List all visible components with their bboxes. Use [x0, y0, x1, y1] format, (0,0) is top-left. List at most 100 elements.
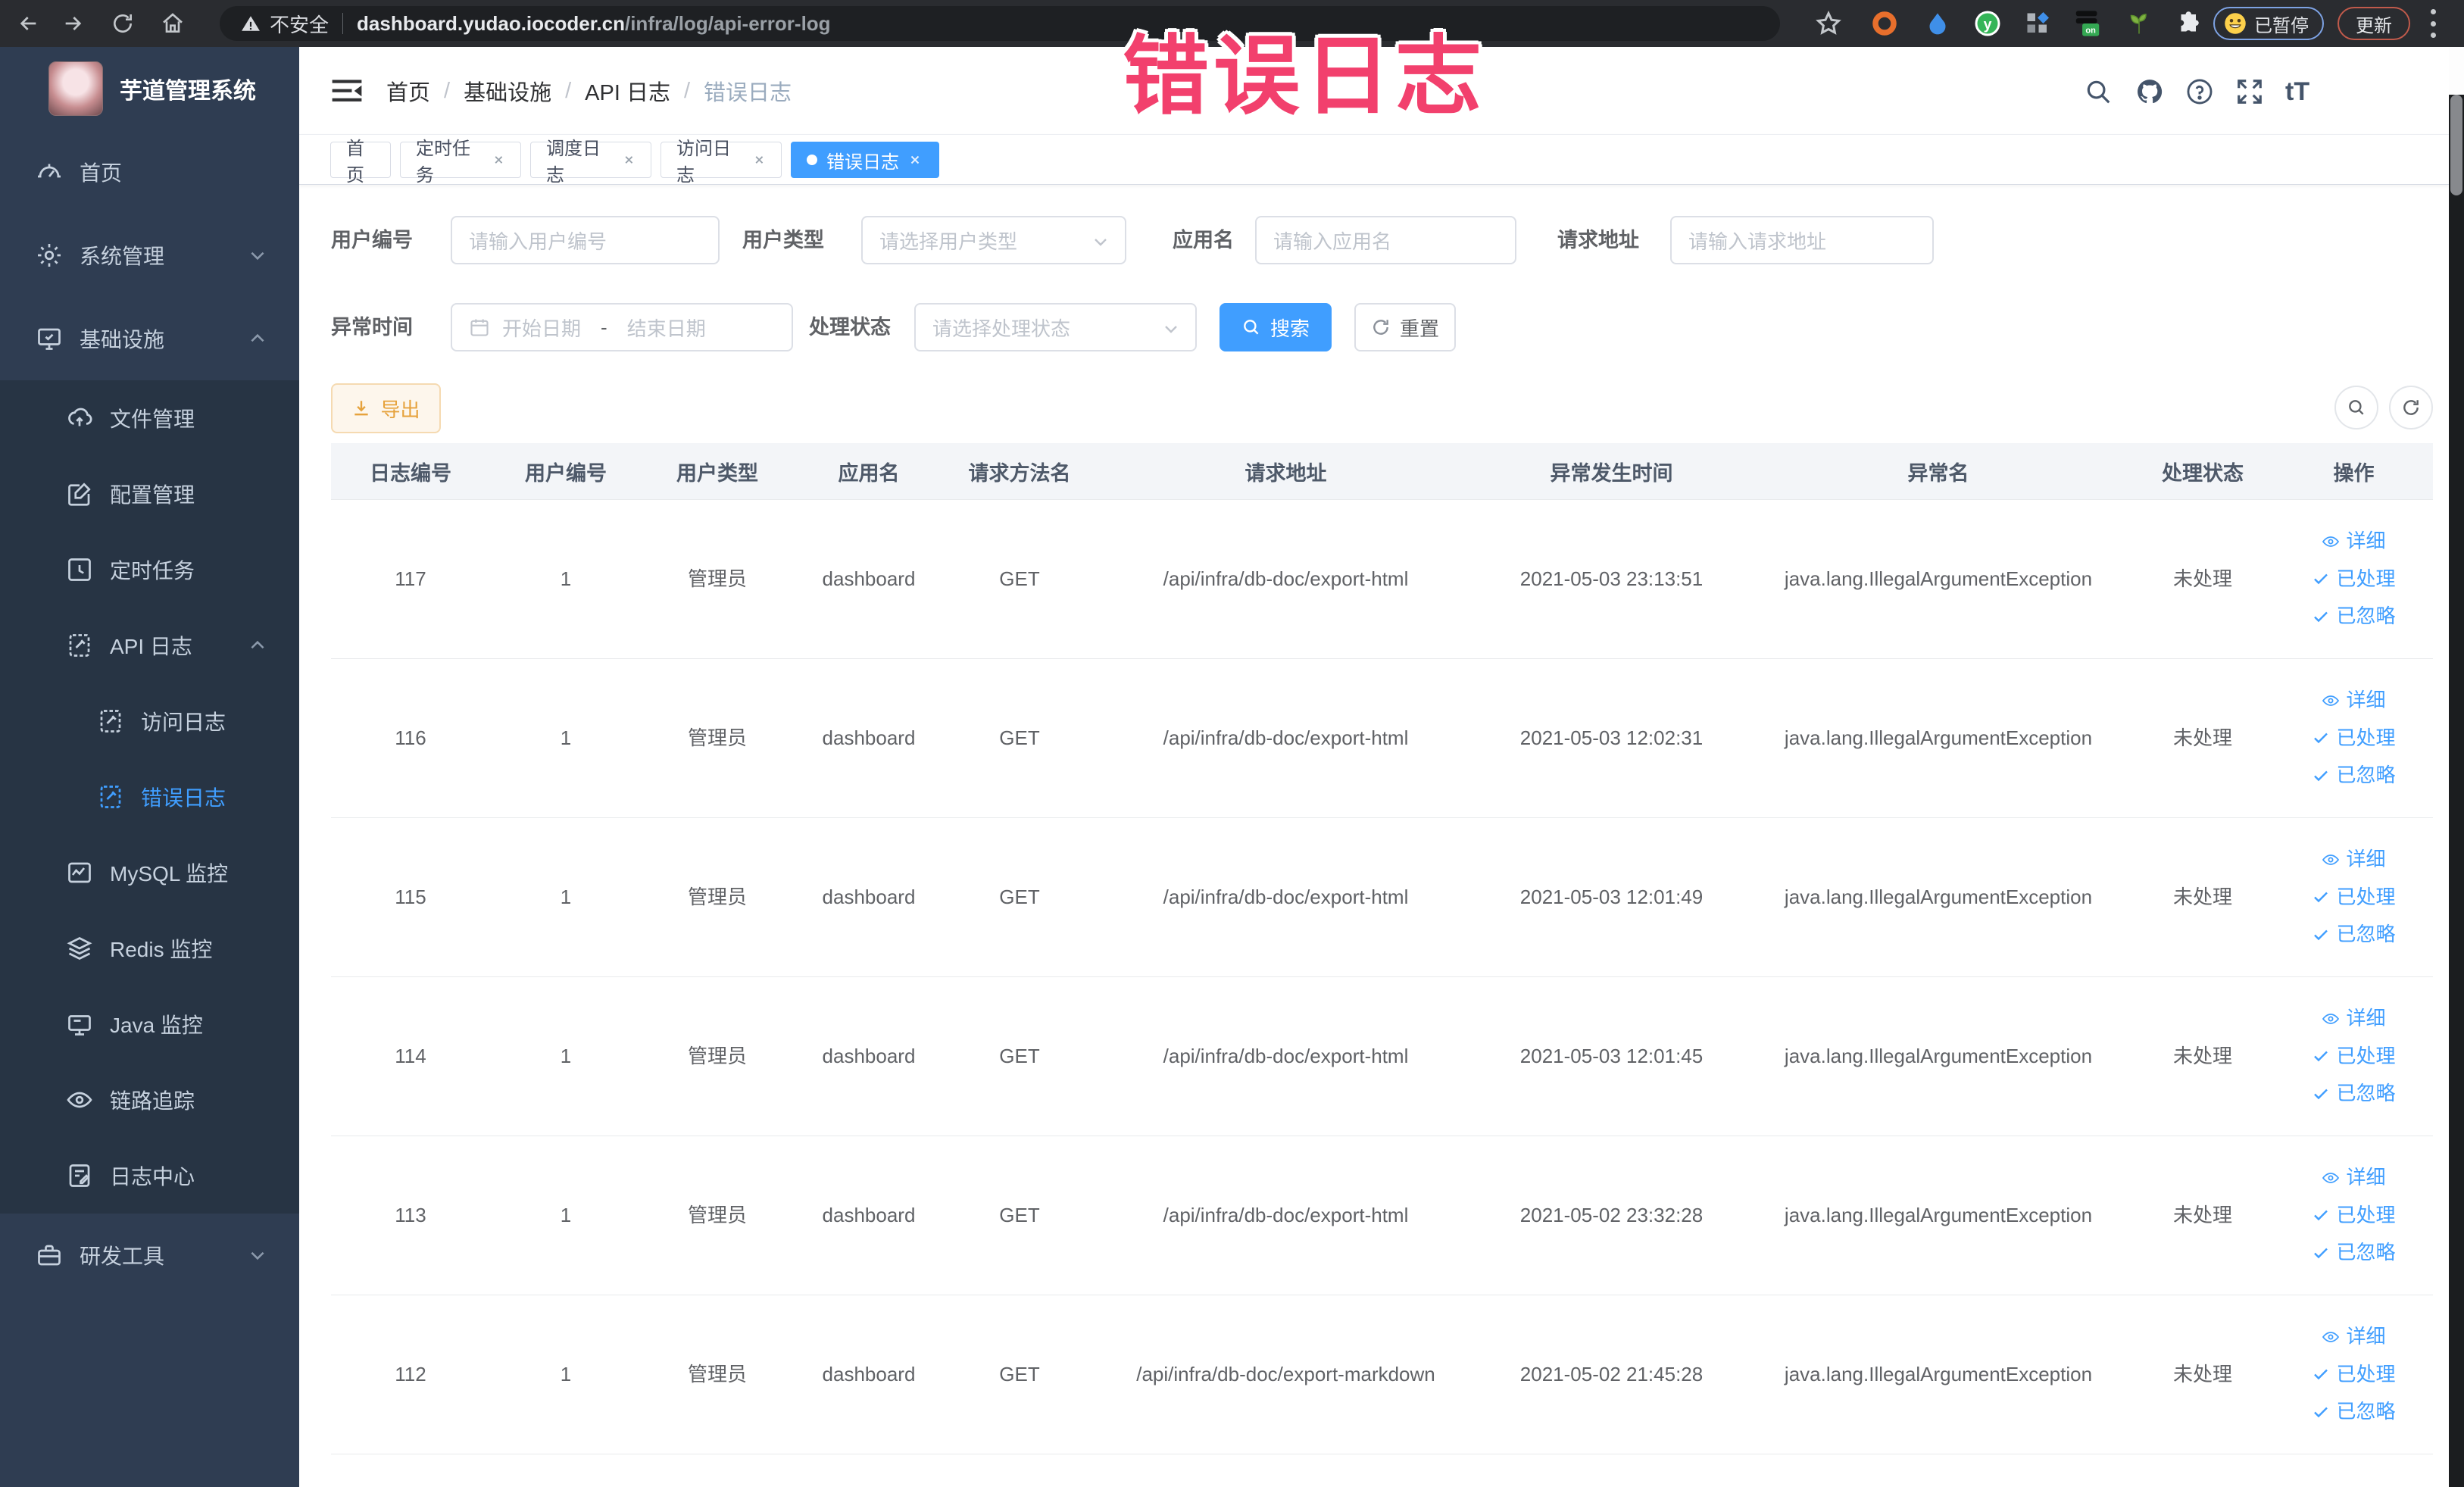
browser-back-icon[interactable] [14, 8, 44, 39]
sidebar-item-mysql-monitor[interactable]: MySQL 监控 [0, 835, 299, 911]
mark-ignored-link[interactable]: 已忽略 [2312, 604, 2396, 629]
user-type-select[interactable]: 请选择用户类型 [861, 216, 1126, 264]
app-logo-row[interactable]: 芋道管理系统 [0, 47, 299, 130]
tags-view-bar: 首页 定时任务 调度日志 访问日志 错误日志 [299, 135, 2449, 186]
process-status-select[interactable]: 请选择处理状态 [914, 303, 1197, 351]
app-logo [48, 61, 103, 116]
detail-link[interactable]: 详细 [2322, 529, 2386, 555]
browser-menu-icon[interactable] [2430, 9, 2436, 38]
browser-update-button[interactable]: 更新 [2338, 7, 2410, 40]
tab-access-log[interactable]: 访问日志 [661, 139, 782, 186]
sidebar-item-api-log[interactable]: API 日志 [0, 608, 299, 683]
detail-link[interactable]: 详细 [2322, 1006, 2386, 1032]
exception-time-label: 异常时间 [331, 316, 413, 339]
extension-green-y-icon[interactable]: y [1974, 10, 2001, 37]
sidebar-item-access-log[interactable]: 访问日志 [0, 683, 299, 759]
sidebar-item-trace[interactable]: 链路追踪 [0, 1062, 299, 1138]
browser-reload-icon[interactable] [108, 8, 138, 39]
breadcrumb-api-log[interactable]: API 日志 [585, 75, 670, 107]
column-header: 请求地址 [1244, 461, 1327, 485]
mark-processed-link[interactable]: 已处理 [2312, 726, 2396, 751]
row-actions: 详细 已处理 已忽略 [2275, 1165, 2433, 1266]
sidebar-item-home[interactable]: 首页 [0, 130, 299, 214]
extensions-puzzle-icon[interactable] [2175, 10, 2203, 37]
extension-on-badge-icon[interactable]: on [2074, 10, 2101, 37]
sidebar-item-scheduled-jobs[interactable]: 定时任务 [0, 532, 299, 608]
fullscreen-icon[interactable] [2235, 77, 2264, 106]
reset-button[interactable]: 重置 [1354, 303, 1456, 351]
browser-forward-icon[interactable] [58, 8, 88, 39]
sidebar-collapse-icon[interactable] [331, 76, 363, 106]
request-url-input[interactable]: 请输入请求地址 [1670, 216, 1934, 264]
sidebar-item-log-center[interactable]: 日志中心 [0, 1138, 299, 1214]
process-status-cell: 未处理 [2172, 1362, 2232, 1385]
sidebar-item-file-management[interactable]: 文件管理 [0, 380, 299, 456]
extension-grid-icon[interactable] [2024, 10, 2051, 37]
scrollbar-thumb[interactable] [2450, 95, 2462, 195]
search-icon [1244, 320, 1259, 335]
check-icon [2314, 929, 2328, 941]
request-url-label: 请求地址 [1557, 229, 1639, 251]
sidebar-item-infrastructure[interactable]: 基础设施 [0, 297, 299, 380]
close-tab-icon[interactable] [908, 153, 922, 167]
detail-link[interactable]: 详细 [2322, 1165, 2386, 1191]
mark-processed-link[interactable]: 已处理 [2312, 1362, 2396, 1388]
mark-ignored-link[interactable]: 已忽略 [2312, 1240, 2396, 1266]
detail-link[interactable]: 详细 [2322, 688, 2386, 714]
detail-link[interactable]: 详细 [2322, 847, 2386, 873]
user-id-input[interactable]: 请输入用户编号 [451, 216, 720, 264]
tab-schedule-log[interactable]: 调度日志 [530, 139, 651, 186]
address-divider [342, 13, 344, 34]
tab-error-log[interactable]: 错误日志 [791, 142, 939, 178]
extension-plant-icon[interactable] [2125, 10, 2153, 37]
github-icon[interactable] [2135, 77, 2164, 106]
chevron-down-icon [251, 251, 264, 261]
breadcrumb-infra[interactable]: 基础设施 [464, 75, 551, 107]
mark-ignored-link[interactable]: 已忽略 [2312, 1081, 2396, 1107]
sidebar-item-java-monitor[interactable]: Java 监控 [0, 986, 299, 1062]
table-body: 117 1 管理员 dashboard GET /api/infra/db-do… [331, 500, 2433, 1454]
export-button[interactable]: 导出 [331, 383, 441, 433]
mark-processed-link[interactable]: 已处理 [2312, 1044, 2396, 1070]
close-tab-icon[interactable] [492, 153, 505, 167]
cloud-upload-icon [68, 408, 92, 426]
help-icon[interactable] [2185, 77, 2214, 106]
app-header: 首页 / 基础设施 / API 日志 / 错误日志 tT [299, 47, 2449, 135]
address-bar[interactable]: 不安全 dashboard.yudao.iocoder.cn/infra/log… [220, 6, 1780, 41]
mark-ignored-link[interactable]: 已忽略 [2312, 922, 2396, 948]
font-size-icon[interactable]: tT [2285, 77, 2331, 106]
bookmark-star-icon[interactable] [1815, 10, 1842, 37]
profile-paused-button[interactable]: 已暂停 [2213, 7, 2324, 40]
search-button[interactable]: 搜索 [1220, 303, 1332, 351]
not-secure-label: 不安全 [270, 13, 329, 36]
log-id-cell: 117 [395, 567, 426, 590]
mark-processed-link[interactable]: 已处理 [2312, 1203, 2396, 1229]
page-scrollbar[interactable] [2449, 47, 2464, 1487]
app-name-input[interactable]: 请输入应用名 [1255, 216, 1516, 264]
search-icon[interactable] [2084, 77, 2113, 106]
sidebar-item-config-management[interactable]: 配置管理 [0, 456, 299, 532]
sidebar-item-dev-tools[interactable]: 研发工具 [0, 1214, 299, 1297]
table-row: 114 1 管理员 dashboard GET /api/infra/db-do… [331, 977, 2433, 1136]
mark-processed-link[interactable]: 已处理 [2312, 567, 2396, 592]
tab-home[interactable]: 首页 [330, 139, 391, 186]
exception-name-cell: java.lang.IllegalArgumentException [1784, 567, 2093, 590]
sidebar-item-system-management[interactable]: 系统管理 [0, 214, 299, 297]
detail-link[interactable]: 详细 [2322, 1324, 2386, 1350]
close-tab-icon[interactable] [753, 153, 766, 167]
browser-home-icon[interactable] [158, 8, 188, 39]
exception-time-range-picker[interactable]: 开始日期 - 结束日期 [451, 303, 793, 351]
extension-orange-ring-icon[interactable] [1871, 10, 1898, 37]
refresh-table-button[interactable] [2389, 386, 2433, 430]
close-tab-icon[interactable] [623, 153, 636, 167]
tab-scheduled-jobs[interactable]: 定时任务 [400, 139, 521, 186]
column-header: 异常名 [1907, 461, 1969, 485]
mark-processed-link[interactable]: 已处理 [2312, 885, 2396, 911]
sidebar-item-redis-monitor[interactable]: Redis 监控 [0, 911, 299, 986]
mark-ignored-link[interactable]: 已忽略 [2312, 763, 2396, 789]
sidebar-item-error-log[interactable]: 错误日志 [0, 759, 299, 835]
toggle-search-button[interactable] [2334, 386, 2378, 430]
breadcrumb-home[interactable]: 首页 [386, 75, 430, 107]
extension-blue-drop-icon[interactable] [1924, 10, 1951, 37]
mark-ignored-link[interactable]: 已忽略 [2312, 1399, 2396, 1425]
